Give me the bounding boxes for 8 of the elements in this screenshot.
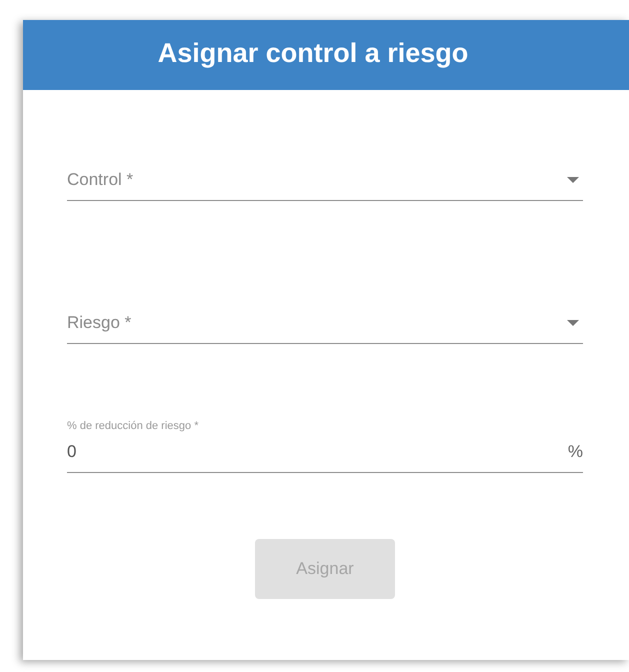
dropdown-field[interactable]: Riesgo * [67,313,583,344]
dropdown-arrow-icon [567,320,579,326]
percentage-input-field[interactable]: 0 % [67,442,583,473]
dropdown-field[interactable]: Control * [67,170,583,201]
dialog-title: Asignar control a riesgo [23,20,629,90]
field-label: % de reducción de riesgo * [67,420,200,432]
percent-suffix: % [568,442,583,462]
dropdown-arrow-icon [567,177,579,183]
